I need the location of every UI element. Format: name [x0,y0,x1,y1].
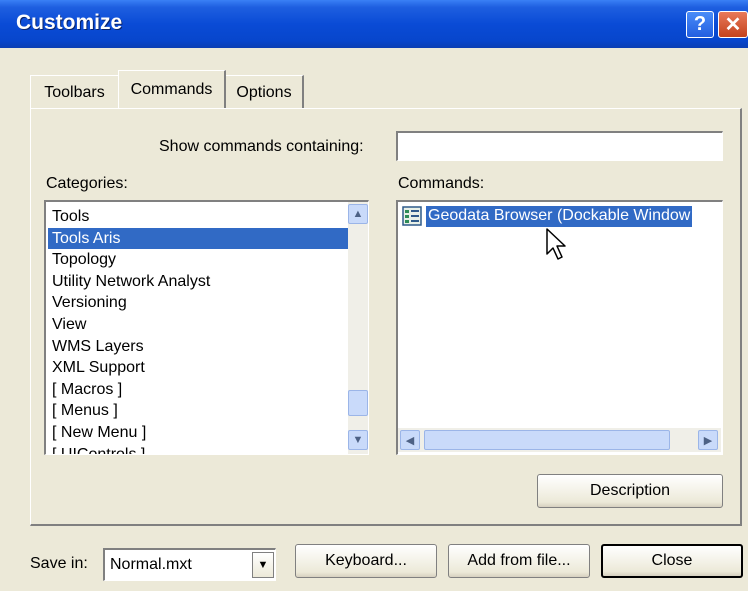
window-close-button[interactable]: ✕ [718,11,748,38]
title-bar: Customize ? ✕ [0,0,748,48]
list-item[interactable]: [ Macros ] [48,379,348,401]
tab-options[interactable]: Options [226,75,304,109]
list-item-selected[interactable]: Tools Aris [48,227,348,250]
add-from-file-button[interactable]: Add from file... [448,544,590,578]
scroll-right-button[interactable]: ▶ [698,430,718,450]
list-item[interactable]: [ UIControls ] [48,444,348,454]
list-item[interactable]: [ New Menu ] [48,422,348,444]
save-in-value: Normal.mxt [110,556,192,573]
list-item[interactable]: [ Menus ] [48,400,348,422]
description-button[interactable]: Description [537,474,723,508]
help-icon: ? [693,13,707,35]
chevron-down-icon: ▼ [257,559,269,571]
command-item-label[interactable]: Geodata Browser (Dockable Window [426,206,693,227]
scroll-up-button[interactable]: ▲ [348,204,368,224]
close-icon: ✕ [724,14,742,36]
geodata-browser-icon [402,206,422,226]
keyboard-button[interactable]: Keyboard... [295,544,437,578]
categories-label: Categories: [46,175,128,192]
list-item[interactable]: XML Support [48,357,348,379]
scroll-down-button[interactable]: ▼ [348,430,368,450]
close-button[interactable]: Close [601,544,743,578]
list-item[interactable]: Utility Network Analyst [48,271,348,293]
tab-toolbars[interactable]: Toolbars [30,75,118,109]
chevron-down-icon: ▼ [352,434,364,446]
chevron-left-icon: ◀ [405,434,415,447]
scroll-left-button[interactable]: ◀ [400,430,420,450]
search-label: Show commands containing: [159,138,364,155]
mouse-pointer-icon [546,228,566,260]
save-in-label: Save in: [30,555,88,572]
list-item[interactable]: Versioning [48,292,348,314]
tab-commands[interactable]: Commands [118,70,226,108]
categories-scrollbar[interactable]: ▲ ▼ [348,202,368,454]
categories-listbox[interactable]: Tools Tools Aris Topology Utility Networ… [44,200,369,455]
save-in-select[interactable]: Normal.mxt ▼ [103,548,276,581]
commands-label: Commands: [398,175,485,192]
chevron-right-icon: ▶ [703,434,713,447]
search-input[interactable] [396,131,723,161]
list-item[interactable]: Tools [48,206,348,228]
list-item[interactable]: WMS Layers [48,336,348,358]
list-item[interactable]: Topology [48,249,348,271]
categories-list: Tools Tools Aris Topology Utility Networ… [48,206,348,454]
chevron-up-icon: ▲ [352,208,364,220]
scroll-thumb-horizontal[interactable] [424,430,670,450]
scroll-thumb[interactable] [348,390,368,416]
help-button[interactable]: ? [686,11,714,38]
list-item[interactable]: View [48,314,348,336]
commands-hscrollbar[interactable]: ◀ ▶ [398,428,721,452]
window-title: Customize [16,11,123,34]
dropdown-arrow-button[interactable]: ▼ [252,552,274,578]
